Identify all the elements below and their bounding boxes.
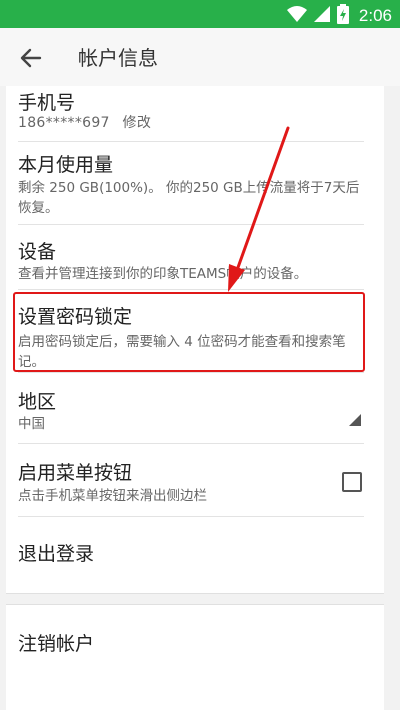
- annotation-arrow-icon: [228, 126, 290, 292]
